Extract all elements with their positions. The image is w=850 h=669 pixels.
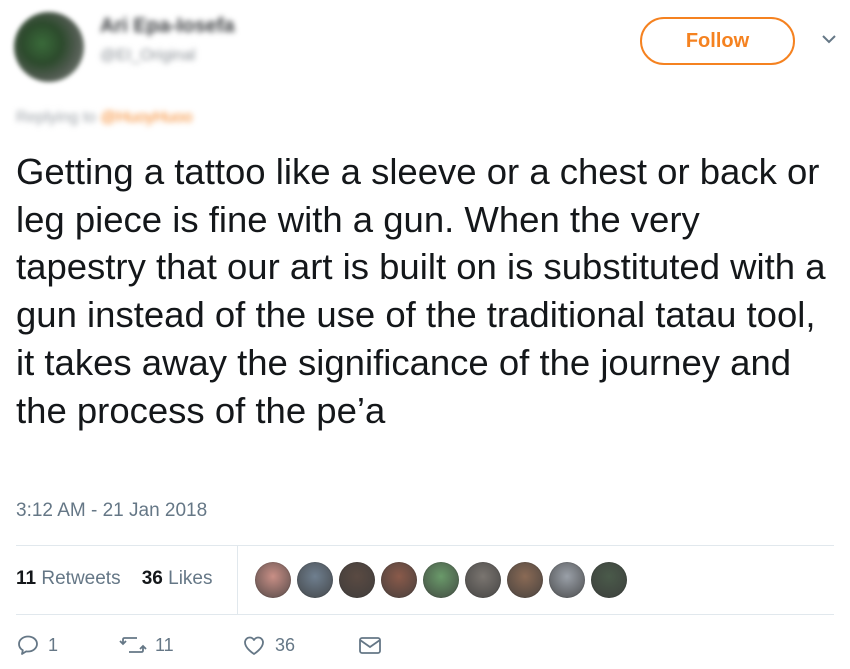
divider-bottom [16,614,834,615]
divider-top [16,545,834,546]
tweet-timestamp[interactable]: 3:12 AM - 21 Jan 2018 [16,500,207,522]
retweet-action[interactable]: 11 [119,633,241,657]
follow-button[interactable]: Follow [640,17,795,65]
liker-avatar[interactable] [549,562,585,598]
stats-vertical-divider [237,546,238,614]
liker-avatar[interactable] [339,562,375,598]
reply-icon [18,635,38,655]
retweet-count: 11 [155,634,174,655]
replying-to-user-link[interactable]: @HuoyHuoo [101,109,193,126]
heart-icon [244,636,264,655]
reply-action[interactable]: 1 [16,633,119,657]
tweet-stats: 11 Retweets 36 Likes [16,568,212,590]
replying-to: Replying to @HuoyHuoo [16,109,192,127]
chevron-down-icon[interactable] [818,30,840,48]
reply-count: 1 [48,634,59,655]
liker-avatar[interactable] [423,562,459,598]
retweet-icon [119,637,147,653]
direct-message-action[interactable] [357,633,383,657]
retweets-stat-label: Retweets [41,568,121,589]
user-handle[interactable]: @EI_Original [100,47,195,65]
retweets-stat-count: 11 [16,568,37,589]
envelope-icon [359,637,381,654]
liker-avatar[interactable] [381,562,417,598]
tweet-text: Getting a tattoo like a sleeve or a ches… [16,151,826,431]
replying-to-label: Replying to [16,109,97,126]
liker-avatar[interactable] [507,562,543,598]
liker-avatar[interactable] [465,562,501,598]
user-display-name[interactable]: Ari Epa-Iosefa [100,15,234,38]
like-count: 36 [275,634,296,655]
liker-avatar[interactable] [255,562,291,598]
liker-avatar[interactable] [591,562,627,598]
like-action[interactable]: 36 [241,633,357,657]
user-avatar[interactable] [14,12,84,82]
likes-stat-count: 36 [141,568,163,589]
liker-avatar[interactable] [297,562,333,598]
tweet-actions: 1 11 36 [16,633,383,657]
likes-stat[interactable]: 36 Likes [142,568,213,589]
retweets-stat[interactable]: 11 Retweets [16,568,121,589]
liker-avatars [255,562,633,598]
likes-stat-label: Likes [168,568,213,589]
